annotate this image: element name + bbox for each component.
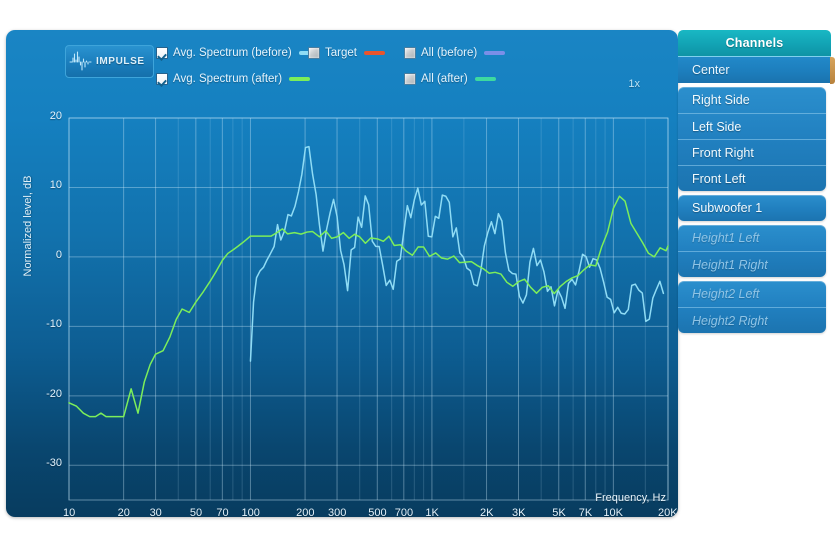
series-1 xyxy=(68,195,669,418)
channel-item: Height1 Left xyxy=(692,231,760,245)
spectrum-chart xyxy=(68,117,669,501)
y-tick-label: 0 xyxy=(55,248,62,261)
y-tick-label: -10 xyxy=(46,318,62,331)
channel-item-selected[interactable]: Center xyxy=(678,56,835,84)
x-tick-label: 20K xyxy=(658,507,678,517)
channels-panel: Channels Center Right Side Left Side Front… xyxy=(678,30,835,333)
channel-group: Subwoofer 1 xyxy=(678,195,826,221)
spectrum-analyzer-panel: IMPULSE Avg. Spectrum (before) Target All … xyxy=(6,30,678,517)
x-axis-title: Frequency, Hz xyxy=(595,492,666,504)
channel-item[interactable]: Left Side xyxy=(678,113,826,139)
channel-group: Height2 Left Height2 Right xyxy=(678,281,826,333)
channel-item: Height2 Left xyxy=(692,287,760,301)
channel-item[interactable]: Front Left xyxy=(678,165,826,191)
app-root: IMPULSE Avg. Spectrum (before) Target All … xyxy=(0,0,838,559)
plot-area: Normalized level, dB Frequency, Hz 20 10 0… xyxy=(6,30,678,517)
channel-groups: Right Side Left Side Front Right Front Left… xyxy=(678,87,831,333)
x-tick-label: 500 xyxy=(368,507,387,517)
channel-item[interactable]: Front Right xyxy=(678,139,826,165)
x-tick-label: 5K xyxy=(552,507,566,517)
x-tick-label: 300 xyxy=(328,507,347,517)
x-tick-label: 10K xyxy=(603,507,623,517)
x-tick-label: 700 xyxy=(394,507,414,517)
channels-header: Channels xyxy=(678,30,831,56)
x-tick-label: 100 xyxy=(241,507,260,517)
channel-group: Height1 Left Height1 Right xyxy=(678,225,826,277)
series-0 xyxy=(249,145,665,362)
x-tick-label: 3K xyxy=(511,507,526,517)
x-tick-label: 50 xyxy=(189,507,203,517)
x-tick-label: 200 xyxy=(296,507,315,517)
x-tick-label: 70 xyxy=(216,507,229,517)
y-tick-label: 20 xyxy=(49,110,62,122)
channel-item: Height1 Right xyxy=(678,251,826,277)
channel-group: Right Side Left Side Front Right Front Left xyxy=(678,87,826,191)
channel-item[interactable]: Subwoofer 1 xyxy=(678,195,826,221)
channel-item: Height2 Right xyxy=(678,307,826,333)
x-tick-label: 30 xyxy=(149,507,162,517)
x-tick-label: 2K xyxy=(480,507,494,517)
y-tick-label: -30 xyxy=(46,457,62,470)
x-tick-label: 20 xyxy=(117,507,130,517)
x-tick-label: 10 xyxy=(63,507,76,517)
channel-item[interactable]: Right Side xyxy=(678,87,826,113)
y-tick-label: -20 xyxy=(46,387,62,400)
x-tick-label: 7K xyxy=(578,507,593,517)
y-tick-label: 10 xyxy=(49,179,62,192)
x-tick-label: 1K xyxy=(425,507,439,517)
